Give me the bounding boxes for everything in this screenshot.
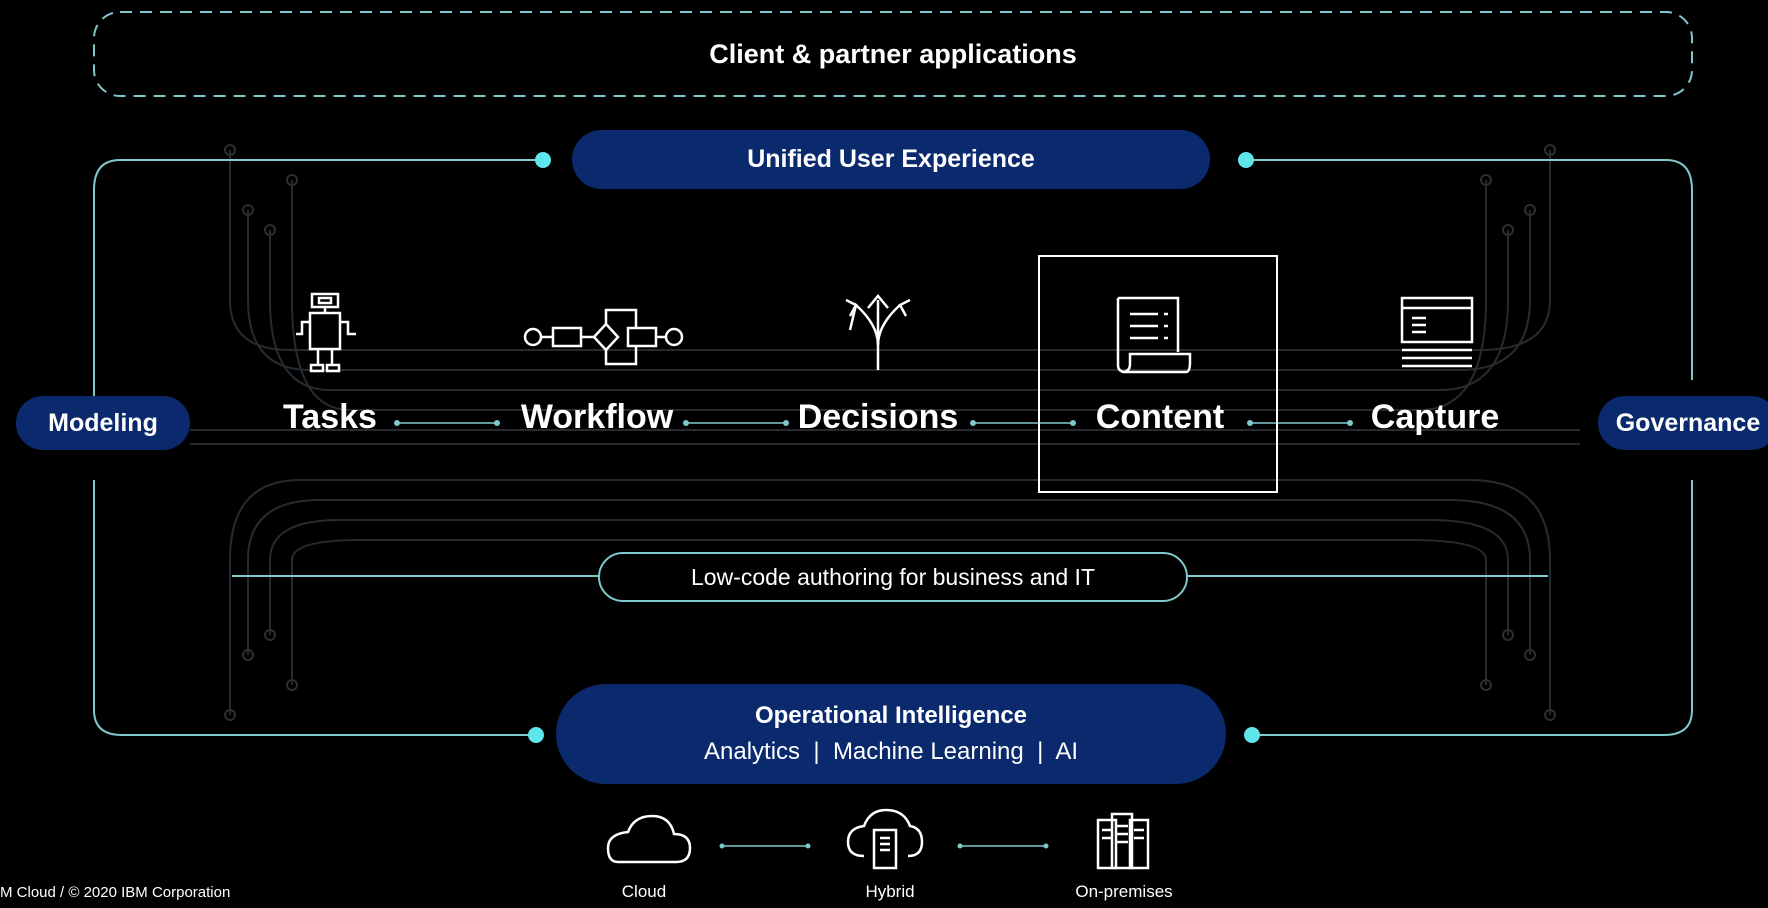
capability-content: Content — [1095, 398, 1225, 436]
operational-intelligence-pill: Operational Intelligence Analytics | Mac… — [556, 684, 1226, 784]
capability-tasks: Tasks — [283, 398, 377, 436]
decision-arrows-icon — [845, 294, 911, 370]
robot-icon — [296, 292, 356, 373]
operational-intelligence-subtitle: Analytics | Machine Learning | AI — [704, 738, 1078, 765]
low-code-authoring-pill: Low-code authoring for business and IT — [598, 552, 1188, 602]
outer-loop — [93, 159, 1693, 736]
governance-pill: Governance — [1598, 396, 1768, 450]
cloud-icon — [606, 814, 692, 864]
workflow-icon — [523, 308, 684, 366]
capability-workflow: Workflow — [520, 398, 674, 436]
hybrid-cloud-icon — [846, 808, 924, 870]
unified-user-experience-pill: Unified User Experience — [572, 130, 1210, 189]
deployment-on-premises: On-premises — [1075, 882, 1173, 901]
footer-copyright: M Cloud / © 2020 IBM Corporation — [0, 884, 231, 901]
capability-decisions: Decisions — [797, 398, 959, 436]
content-highlight-box — [1038, 255, 1278, 493]
client-apps-title: Client & partner applications — [709, 38, 1077, 69]
scanner-window-icon — [1400, 296, 1474, 368]
capability-capture: Capture — [1370, 398, 1500, 436]
server-icon — [1096, 812, 1150, 870]
modeling-pill: Modeling — [16, 396, 190, 450]
operational-intelligence-title: Operational Intelligence — [754, 702, 1028, 729]
deployment-hybrid: Hybrid — [865, 882, 915, 901]
deployment-cloud: Cloud — [621, 882, 667, 901]
